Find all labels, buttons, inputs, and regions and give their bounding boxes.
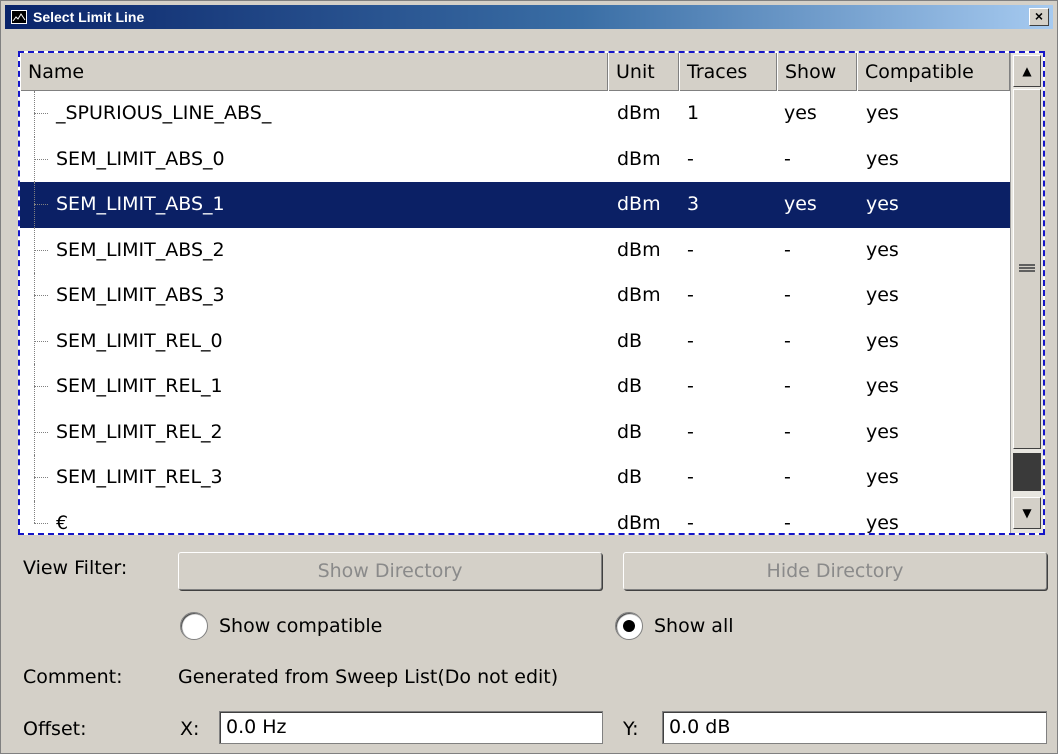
title-bar: Select Limit Line × xyxy=(5,5,1053,29)
row-unit: dB xyxy=(617,466,643,488)
row-unit: dBm xyxy=(617,238,661,261)
row-compatible: yes xyxy=(866,329,899,352)
grip-icon xyxy=(1019,264,1035,272)
row-name: SEM_LIMIT_REL_1 xyxy=(56,375,223,397)
limit-line-list[interactable]: Name Unit Traces Show Compatible _SPURIO… xyxy=(18,51,1045,535)
table-row[interactable]: SEM_LIMIT_ABS_0 dBm - - yes xyxy=(20,136,1010,182)
row-show: yes xyxy=(784,193,817,215)
row-unit: dB xyxy=(617,329,643,352)
row-traces: - xyxy=(687,329,694,352)
row-compatible: yes xyxy=(866,102,899,124)
row-show: - xyxy=(784,420,791,443)
show-compatible-radio[interactable] xyxy=(180,612,208,640)
close-icon: × xyxy=(1034,8,1044,24)
comment-value: Generated from Sweep List(Do not edit) xyxy=(178,666,559,688)
table-row[interactable]: € dBm - - yes xyxy=(20,500,1010,534)
row-traces: - xyxy=(687,511,694,534)
close-button[interactable]: × xyxy=(1029,8,1049,26)
row-name: SEM_LIMIT_ABS_3 xyxy=(56,284,225,306)
show-compatible-label: Show compatible xyxy=(219,615,383,637)
row-traces: 1 xyxy=(687,102,700,124)
vertical-scrollbar[interactable]: ▲ ▼ xyxy=(1010,53,1043,533)
table-row[interactable]: _SPURIOUS_LINE_ABS_ dBm 1 yes yes xyxy=(20,91,1010,137)
table-row[interactable]: SEM_LIMIT_ABS_2 dBm - - yes xyxy=(20,227,1010,273)
row-name: SEM_LIMIT_ABS_2 xyxy=(56,238,225,261)
row-name: _SPURIOUS_LINE_ABS_ xyxy=(56,102,272,124)
table-row[interactable]: SEM_LIMIT_REL_0 dB - - yes xyxy=(20,318,1010,364)
row-show: - xyxy=(784,147,791,170)
scrollbar-thumb[interactable] xyxy=(1013,89,1041,449)
row-unit: dBm xyxy=(617,511,661,534)
row-show: - xyxy=(784,329,791,352)
row-name: € xyxy=(56,511,69,534)
row-traces: - xyxy=(687,420,694,443)
show-directory-button[interactable]: Show Directory xyxy=(178,552,602,590)
column-header-show[interactable]: Show xyxy=(777,53,857,91)
column-header-unit[interactable]: Unit xyxy=(608,53,679,91)
row-compatible: yes xyxy=(866,147,899,170)
show-all-label: Show all xyxy=(654,615,734,637)
table-row-selected[interactable]: SEM_LIMIT_ABS_1 dBm 3 yes yes xyxy=(20,182,1010,228)
column-header-compatible[interactable]: Compatible xyxy=(857,53,1010,91)
table-body: _SPURIOUS_LINE_ABS_ dBm 1 yes yes SEM_LI… xyxy=(20,91,1010,534)
arrow-up-icon: ▲ xyxy=(1022,64,1032,78)
comment-label: Comment: xyxy=(23,666,123,688)
column-header-traces[interactable]: Traces xyxy=(679,53,777,91)
row-compatible: yes xyxy=(866,466,899,488)
row-traces: - xyxy=(687,375,694,397)
scroll-down-button[interactable]: ▼ xyxy=(1013,497,1041,529)
table-row[interactable]: SEM_LIMIT_REL_2 dB - - yes xyxy=(20,409,1010,455)
row-compatible: yes xyxy=(866,420,899,443)
row-compatible: yes xyxy=(866,511,899,534)
radio-selected-dot xyxy=(623,620,635,632)
row-show: - xyxy=(784,511,791,534)
offset-x-input[interactable] xyxy=(226,716,602,738)
row-show: - xyxy=(784,466,791,488)
row-show: - xyxy=(784,284,791,306)
row-traces: - xyxy=(687,147,694,170)
column-header-name[interactable]: Name xyxy=(20,53,608,91)
window-title: Select Limit Line xyxy=(33,9,145,25)
row-name: SEM_LIMIT_REL_0 xyxy=(56,329,223,352)
table-row[interactable]: SEM_LIMIT_REL_3 dB - - yes xyxy=(20,455,1010,501)
row-traces: - xyxy=(687,466,694,488)
app-icon xyxy=(11,10,27,24)
select-limit-line-dialog: Select Limit Line × Name Unit Traces Sho… xyxy=(0,0,1058,754)
scrollbar-track-dark[interactable] xyxy=(1013,453,1041,491)
scroll-up-button[interactable]: ▲ xyxy=(1013,55,1041,87)
offset-y-input[interactable] xyxy=(669,716,1046,738)
row-unit: dBm xyxy=(617,102,661,124)
row-compatible: yes xyxy=(866,375,899,397)
row-name: SEM_LIMIT_ABS_1 xyxy=(56,193,225,215)
row-show: - xyxy=(784,375,791,397)
row-unit: dB xyxy=(617,375,643,397)
view-filter-label: View Filter: xyxy=(23,557,128,579)
table-row[interactable]: SEM_LIMIT_ABS_3 dBm - - yes xyxy=(20,273,1010,319)
row-traces: 3 xyxy=(687,193,700,215)
row-compatible: yes xyxy=(866,238,899,261)
row-show: yes xyxy=(784,102,817,124)
offset-label: Offset: xyxy=(23,718,87,740)
row-unit: dBm xyxy=(617,147,661,170)
offset-x-label: X: xyxy=(180,718,200,740)
row-traces: - xyxy=(687,238,694,261)
hide-directory-button[interactable]: Hide Directory xyxy=(623,552,1047,590)
row-traces: - xyxy=(687,284,694,306)
arrow-down-icon: ▼ xyxy=(1022,506,1032,520)
row-unit: dB xyxy=(617,420,643,443)
row-name: SEM_LIMIT_ABS_0 xyxy=(56,147,225,170)
row-compatible: yes xyxy=(866,193,899,215)
table-header: Name Unit Traces Show Compatible xyxy=(20,53,1010,91)
offset-y-field[interactable] xyxy=(662,711,1047,744)
row-unit: dBm xyxy=(617,284,661,306)
offset-x-field[interactable] xyxy=(219,711,603,744)
row-show: - xyxy=(784,238,791,261)
row-name: SEM_LIMIT_REL_2 xyxy=(56,420,223,443)
row-unit: dBm xyxy=(617,193,661,215)
show-all-radio[interactable] xyxy=(615,612,643,640)
row-compatible: yes xyxy=(866,284,899,306)
offset-y-label: Y: xyxy=(623,718,639,740)
table-row[interactable]: SEM_LIMIT_REL_1 dB - - yes xyxy=(20,364,1010,410)
row-name: SEM_LIMIT_REL_3 xyxy=(56,466,223,488)
